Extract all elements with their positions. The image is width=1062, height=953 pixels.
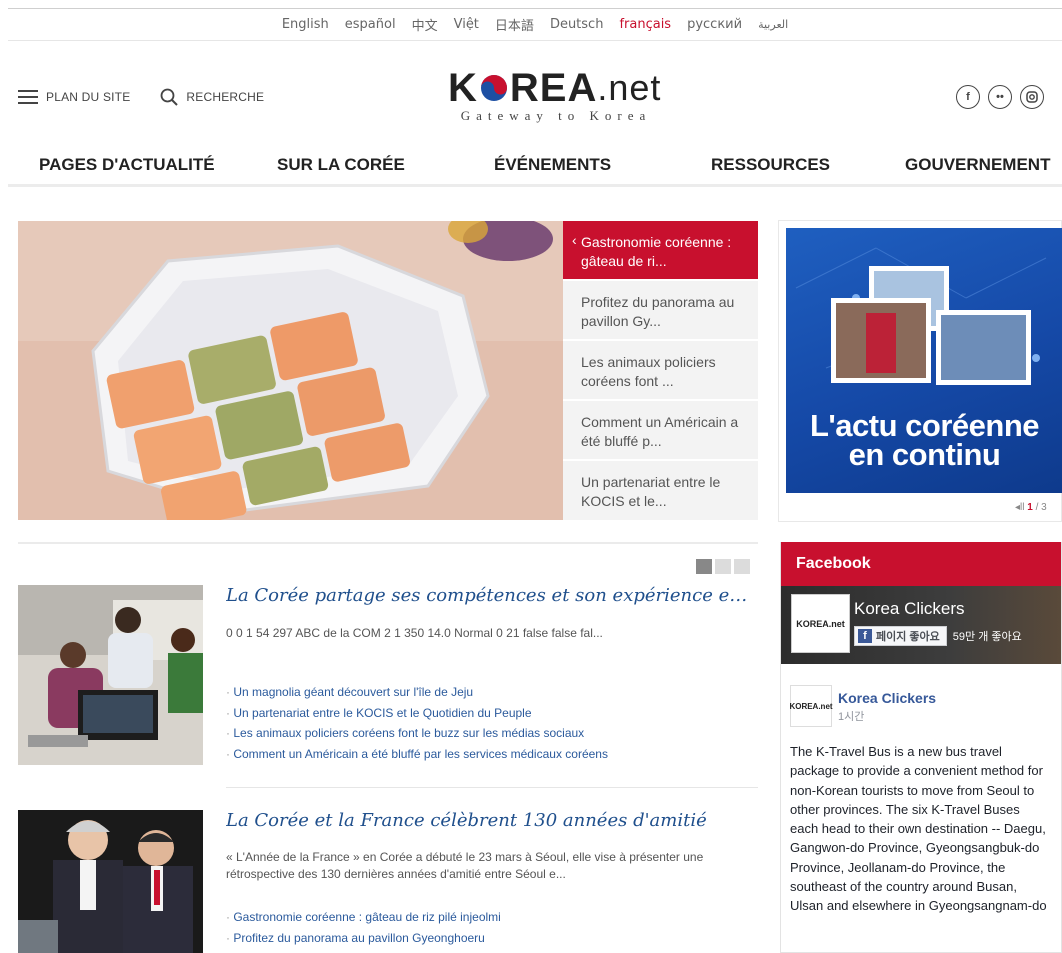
page-dot[interactable]	[734, 559, 750, 574]
nav-gouvernement[interactable]: GOUVERNEMENT	[905, 155, 1050, 175]
page-dots	[696, 559, 750, 574]
post-text: The K-Travel Bus is a new bus travel pac…	[790, 744, 1047, 914]
menu-icon	[18, 90, 38, 104]
page-dot[interactable]	[696, 559, 712, 574]
post-author[interactable]: Korea Clickers	[838, 690, 936, 706]
facebook-heading: Facebook	[781, 542, 1061, 586]
logo-net: .net	[597, 67, 662, 108]
pager-controls[interactable]: ◂ll	[1015, 502, 1027, 513]
slide-item[interactable]: Gastronomie coréenne : gâteau de ri...	[563, 221, 758, 281]
related-link[interactable]: Les animaux policiers coréens font le bu…	[226, 723, 608, 744]
banner-image[interactable]: L'actu coréenne en continu	[786, 228, 1062, 493]
instagram-icon[interactable]	[1020, 85, 1044, 109]
header-tools: PLAN DU SITE RECHERCHE	[18, 88, 294, 106]
article-item: La Corée partage ses compétences et son …	[18, 585, 758, 775]
featured-slider: Gastronomie coréenne : gâteau de ri... P…	[18, 221, 758, 520]
lang-arabic[interactable]: العربية	[758, 18, 788, 31]
logo-wordmark: K REA .net	[448, 66, 668, 110]
article-thumbnail[interactable]	[18, 810, 203, 953]
logo-letters-rea: REA	[509, 66, 598, 110]
related-link[interactable]: Profitez du panorama au pavillon Gyeongh…	[226, 928, 501, 949]
taegeuk-icon	[480, 75, 507, 101]
related-link[interactable]: Un partenariat entre le KOCIS et le Quot…	[226, 703, 608, 724]
article-title[interactable]: La Corée et la France célèbrent 130 anné…	[226, 810, 758, 831]
article-thumbnail[interactable]	[18, 585, 203, 765]
main-navigation: PAGES D'ACTUALITÉ SUR LA CORÉE ÉVÉNEMENT…	[8, 143, 1062, 187]
lang-english[interactable]: English	[282, 17, 329, 32]
banner-title: L'actu coréenne en continu	[786, 408, 1062, 472]
search-button[interactable]: RECHERCHE	[160, 88, 264, 106]
related-link[interactable]: Gastronomie coréenne : gâteau de riz pil…	[226, 907, 500, 928]
nav-actualite[interactable]: PAGES D'ACTUALITÉ	[39, 155, 215, 175]
like-page-button[interactable]: f 페이지 좋아요	[854, 626, 947, 646]
related-link[interactable]: Un magnolia géant découvert sur l'île de…	[226, 682, 608, 703]
flickr-icon[interactable]: ••	[988, 85, 1012, 109]
article-description: « L'Année de la France » en Corée a débu…	[226, 850, 704, 881]
nav-sur-la-coree[interactable]: SUR LA CORÉE	[277, 155, 405, 175]
lang-chinese[interactable]: 中文	[412, 15, 438, 34]
lang-russian[interactable]: русский	[687, 17, 742, 32]
like-row: f 페이지 좋아요 59만 개 좋아요	[854, 626, 1022, 646]
search-label: RECHERCHE	[186, 90, 265, 104]
banner-title-line2: en continu	[848, 437, 1001, 472]
lang-japanese[interactable]: 日本語	[495, 15, 534, 34]
lang-vietnamese[interactable]: Việt	[454, 17, 479, 32]
slide-image[interactable]	[18, 221, 563, 520]
sitemap-label: PLAN DU SITE	[46, 90, 131, 104]
pager-total: / 3	[1032, 502, 1047, 513]
article-description: 0 0 1 54 297 ABC de la COM 2 1 350 14.0 …	[226, 626, 603, 640]
facebook-icon[interactable]: f	[956, 85, 980, 109]
news-banner: L'actu coréenne en continu ◂ll 1 / 3	[778, 220, 1062, 522]
nav-evenements[interactable]: ÉVÉNEMENTS	[494, 155, 611, 175]
facebook-icon: f	[858, 629, 872, 643]
section-divider	[18, 542, 758, 544]
related-links: Un magnolia géant découvert sur l'île de…	[226, 682, 608, 764]
related-link[interactable]: Comment un Américain a été bluffé par le…	[226, 744, 608, 765]
related-links: Gastronomie coréenne : gâteau de riz pil…	[226, 907, 501, 949]
page-name[interactable]: Korea Clickers	[854, 599, 965, 619]
article-title[interactable]: La Corée partage ses compétences et son …	[226, 585, 758, 606]
article-item: La Corée et la France célèbrent 130 anné…	[18, 810, 758, 953]
slide-item[interactable]: Un partenariat entre le KOCIS et le...	[563, 461, 758, 521]
site-logo[interactable]: K REA .net Gateway to Korea	[448, 68, 668, 124]
slide-list: Gastronomie coréenne : gâteau de ri... P…	[563, 221, 758, 520]
post-time[interactable]: 1시간	[838, 708, 864, 724]
social-links: f ••	[956, 85, 1044, 109]
slide-item[interactable]: Profitez du panorama au pavillon Gy...	[563, 281, 758, 341]
lang-espanol[interactable]: español	[345, 17, 396, 32]
lang-francais[interactable]: français	[619, 17, 671, 32]
logo-tagline: Gateway to Korea	[460, 108, 652, 123]
post-avatar[interactable]: KOREA.net	[789, 685, 833, 727]
like-count: 59만 개 좋아요	[952, 631, 1022, 643]
page-logo[interactable]: KOREA.net	[791, 594, 850, 653]
banner-pager[interactable]: ◂ll 1 / 3	[1015, 502, 1047, 513]
sitemap-button[interactable]: PLAN DU SITE	[18, 90, 130, 104]
page-dot[interactable]	[715, 559, 731, 574]
nav-ressources[interactable]: RESSOURCES	[711, 155, 830, 175]
banner-title-line1: L'actu coréenne	[810, 408, 1040, 443]
facebook-cover[interactable]: KOREA.net Korea Clickers f 페이지 좋아요 59만 개…	[781, 586, 1061, 664]
language-bar: English español 中文 Việt 日本語 Deutsch fran…	[8, 9, 1062, 41]
lang-deutsch[interactable]: Deutsch	[550, 17, 604, 32]
slide-item[interactable]: Comment un Américain a été bluffé p...	[563, 401, 758, 461]
facebook-widget: Facebook KOREA.net Korea Clickers f 페이지 …	[780, 542, 1062, 953]
like-label: 페이지 좋아요	[876, 631, 940, 643]
search-icon	[161, 88, 179, 106]
slide-item[interactable]: Les animaux policiers coréens font ...	[563, 341, 758, 401]
article-separator	[226, 787, 758, 788]
logo-letter-k: K	[448, 66, 478, 110]
